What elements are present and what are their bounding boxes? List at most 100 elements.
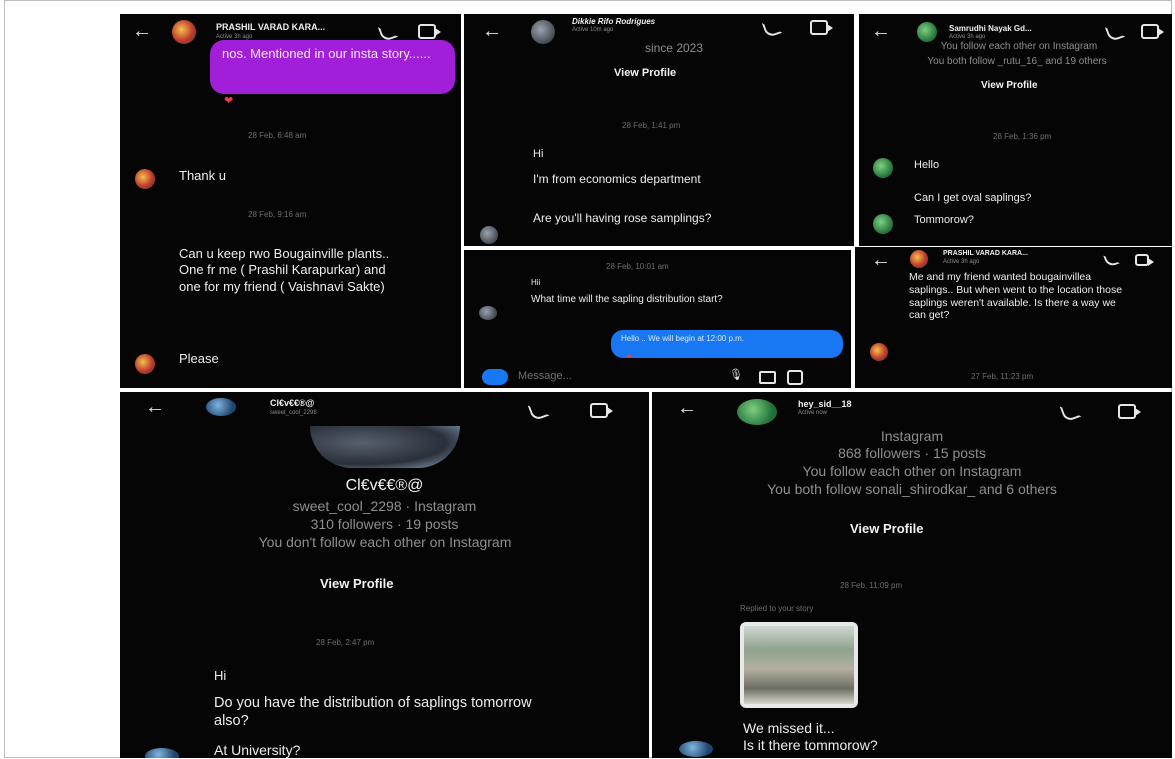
sender-avatar — [135, 169, 155, 189]
back-arrow-icon[interactable]: ← — [482, 20, 502, 43]
contact-status: Active now — [798, 410, 828, 416]
follow-info-line: You follow each other on Instagram — [802, 463, 1022, 479]
received-message[interactable]: Thank u — [179, 168, 226, 184]
follow-info-line: You don't follow each other on Instagram — [258, 534, 512, 550]
back-arrow-icon[interactable]: ← — [145, 396, 165, 419]
received-message[interactable]: Do you have the distribution of saplings… — [214, 694, 554, 730]
mutual-follow-line: You both follow sonali_shirodkar_ and 6 … — [767, 481, 1057, 497]
story-thumbnail[interactable] — [740, 622, 858, 708]
received-message[interactable]: Can I get oval saplings? — [914, 192, 1031, 206]
follow-info-line: You follow each other on Instagram — [940, 41, 1098, 52]
video-camera-icon[interactable] — [1141, 24, 1164, 39]
gallery-icon[interactable] — [759, 371, 776, 384]
chat-header: ← Cl€v€€®@ sweet_cool_2298 — [120, 392, 649, 426]
received-message[interactable]: Is it there tommorow? — [743, 737, 878, 755]
heart-reaction-icon: ❤ — [626, 354, 632, 361]
phone-icon[interactable] — [1059, 400, 1082, 423]
contact-name[interactable]: hey_sid__18 — [798, 399, 852, 409]
profile-picture[interactable] — [310, 426, 460, 468]
back-arrow-icon[interactable]: ← — [677, 397, 697, 420]
contact-name[interactable]: PRASHIL VARAD KARA... — [943, 250, 1028, 257]
view-profile-button[interactable]: View Profile — [850, 521, 923, 536]
camera-icon[interactable] — [482, 369, 508, 385]
chat-panel-samrudhi: ← Samrudhi Nayak Gd... Active 3h ago You… — [859, 14, 1172, 246]
sticker-icon[interactable] — [787, 370, 803, 385]
story-thumbnail-scene — [744, 626, 854, 704]
avatar[interactable] — [531, 20, 555, 44]
contact-status: Active 3h ago — [943, 259, 980, 265]
received-message[interactable]: Hii — [531, 278, 540, 288]
chat-panel-sapling-time: 28 Feb, 10:01 am Hii What time will the … — [464, 250, 851, 388]
contact-name[interactable]: Dikkie Rifo Rodrigues — [572, 17, 655, 26]
story-reply-label: Replied to your story — [740, 604, 814, 613]
profile-stats: 310 followers · 19 posts — [310, 516, 459, 532]
received-message[interactable]: Are you'll having rose samplings? — [533, 211, 733, 226]
phone-icon[interactable] — [1104, 21, 1126, 43]
sender-avatar — [145, 748, 179, 758]
avatar[interactable] — [910, 250, 928, 268]
timestamp: 28 Feb, 1:41 pm — [622, 121, 681, 130]
received-message[interactable]: Can u keep rwo Bougainville plants.. One… — [179, 246, 404, 295]
received-message[interactable]: At University? — [214, 742, 300, 758]
mutual-follow-line: You both follow _rutu_16_ and 19 others — [927, 56, 1107, 67]
received-message[interactable]: Me and my friend wanted bougainvillea sa… — [909, 271, 1124, 322]
video-camera-icon[interactable] — [418, 24, 441, 39]
profile-handle-line: sweet_cool_2298 · Instagram — [292, 498, 477, 514]
sender-avatar — [870, 343, 888, 361]
contact-name[interactable]: PRASHIL VARAD KARA... — [216, 22, 325, 32]
video-camera-icon[interactable] — [810, 20, 833, 35]
back-arrow-icon[interactable]: ← — [871, 249, 891, 272]
chat-header: ← hey_sid__18 Active now — [652, 392, 1172, 426]
message-input[interactable]: Message... — [518, 370, 572, 384]
timestamp: 28 Feb, 9:16 am — [248, 210, 307, 219]
timestamp: 28 Feb, 10:01 am — [606, 262, 669, 271]
chat-panel-prashil: ← PRASHIL VARAD KARA... Active 3h ago no… — [120, 14, 461, 388]
avatar[interactable] — [206, 398, 236, 416]
view-profile-button[interactable]: View Profile — [320, 576, 393, 591]
timestamp: 28 Feb, 6:48 am — [248, 131, 307, 140]
timestamp: 28 Feb, 1:36 pm — [993, 132, 1052, 141]
microphone-icon[interactable]: 🎙 — [729, 368, 743, 381]
video-camera-icon[interactable] — [1135, 254, 1154, 266]
heart-reaction-icon: ❤ — [224, 95, 234, 107]
sent-message-bubble[interactable]: Hello .. We will begin at 12:00 p.m. — [611, 330, 843, 358]
sender-avatar — [873, 158, 893, 178]
contact-name[interactable]: Cl€v€€®@ — [270, 398, 314, 408]
profile-stats: 868 followers · 15 posts — [838, 445, 986, 461]
view-profile-button[interactable]: View Profile — [614, 67, 676, 79]
chat-panel-prashil-2: ← PRASHIL VARAD KARA... Active 3h ago Me… — [855, 247, 1172, 388]
profile-source-line: Instagram — [880, 428, 944, 444]
contact-name[interactable]: Samrudhi Nayak Gd... — [949, 24, 1032, 33]
back-arrow-icon[interactable]: ← — [871, 20, 891, 43]
phone-icon[interactable] — [527, 399, 550, 422]
contact-status: sweet_cool_2298 — [270, 410, 317, 416]
received-message[interactable]: Please — [179, 351, 219, 367]
video-camera-icon[interactable] — [590, 403, 613, 418]
back-arrow-icon[interactable]: ← — [132, 20, 152, 43]
timestamp: 28 Feb, 2:47 pm — [316, 638, 375, 647]
contact-status: Active 10m ago — [572, 27, 614, 33]
sender-avatar — [480, 226, 498, 244]
received-message[interactable]: Tommorow? — [914, 214, 974, 228]
sent-message-bubble[interactable]: nos. Mentioned in our insta story...... — [210, 40, 455, 94]
chat-panel-dikkie: ← Dikkie Rifo Rodrigues Active 10m ago s… — [464, 14, 854, 246]
received-message[interactable]: I'm from economics department — [533, 172, 713, 187]
received-message[interactable]: We missed it... — [743, 720, 835, 738]
video-camera-icon[interactable] — [1118, 404, 1141, 419]
sender-avatar — [873, 214, 893, 234]
chat-panel-hey-sid: ← hey_sid__18 Active now Instagram 868 f… — [652, 392, 1172, 758]
phone-icon[interactable] — [1103, 251, 1120, 268]
avatar[interactable] — [917, 22, 937, 42]
contact-status: Active 3h ago — [949, 34, 986, 40]
received-message[interactable]: Hi — [214, 668, 226, 684]
sender-avatar — [479, 306, 497, 320]
received-message[interactable]: Hello — [914, 159, 939, 173]
timestamp: 27 Feb, 11:23 pm — [971, 372, 1034, 381]
view-profile-button[interactable]: View Profile — [981, 80, 1038, 91]
phone-icon[interactable] — [761, 17, 783, 39]
received-message[interactable]: What time will the sapling distribution … — [531, 294, 771, 307]
profile-display-name: Cl€v€€®@ — [345, 477, 424, 494]
avatar[interactable] — [737, 399, 777, 425]
received-message[interactable]: Hi — [533, 148, 543, 162]
avatar[interactable] — [172, 20, 196, 44]
